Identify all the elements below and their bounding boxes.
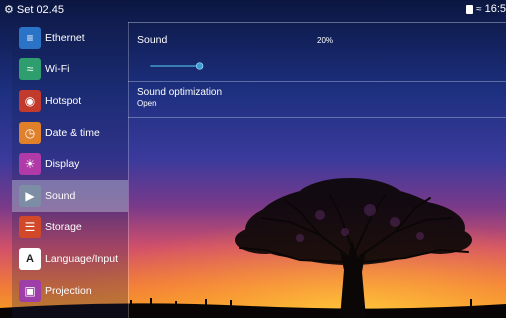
sidebar-item-label: Hotspot — [45, 94, 82, 107]
projection-icon: ▣ — [19, 279, 41, 302]
sidebar-item[interactable]: ▣ Projection — [12, 275, 128, 307]
sound-volume-row[interactable]: Sound 20% — [137, 34, 497, 78]
sidebar-item[interactable]: ≈ Wi-Fi — [12, 54, 128, 86]
volume-slider-thumb[interactable] — [196, 62, 204, 70]
sidebar-item-label: Storage — [45, 221, 82, 234]
sidebar-item[interactable]: ≡ Ethernet — [12, 22, 128, 54]
panel-top-border — [128, 22, 506, 23]
sidebar-item[interactable]: ☀ Display — [12, 148, 128, 180]
sound-optimization-value: Open — [137, 99, 157, 108]
sidebar-item[interactable]: ◉ Hotspot — [12, 85, 128, 117]
sidebar-item[interactable]: ☰ Storage — [12, 212, 128, 244]
settings-gear-icon: ⚙ — [4, 4, 14, 16]
status-bar: ⚙ Set 02.45 ≈ 16:5 — [0, 0, 506, 20]
sidebar-item-label: Ethernet — [45, 31, 85, 44]
sidebar-item-label: Wi-Fi — [45, 63, 70, 76]
settings-screen: ⚙ Set 02.45 ≈ 16:5 ≡ Ethernet ≈ Wi-Fi ◉ Hotsp… — [0, 0, 506, 318]
sim-icon — [466, 4, 474, 14]
speaker-icon: ▶ — [19, 184, 41, 207]
sound-volume-label: Sound — [137, 34, 168, 46]
status-clock: 16:5 — [484, 3, 506, 15]
sidebar-item-label: Sound — [45, 189, 76, 202]
brightness-icon: ☀ — [19, 153, 41, 176]
sidebar-item-label: Projection — [45, 284, 92, 297]
volume-slider-track — [150, 65, 203, 67]
divider — [128, 81, 506, 82]
wifi-signal-icon: ≈ — [476, 3, 482, 15]
volume-slider[interactable] — [138, 62, 216, 70]
keyboard-a-icon: A — [19, 247, 41, 270]
sidebar-item-label: Date & time — [45, 126, 100, 139]
sidebar-item[interactable]: ◷ Date & time — [12, 117, 128, 149]
sidebar-item[interactable]: ▶ Sound — [12, 179, 128, 212]
settings-sidebar: ≡ Ethernet ≈ Wi-Fi ◉ Hotspot ◷ Date & time ☀ Disp… — [12, 22, 128, 318]
panel-left-border — [128, 22, 129, 318]
sidebar-item-label: Display — [45, 158, 80, 171]
sound-settings-panel: Sound 20% Sound optimization Open — [128, 22, 506, 318]
clock-icon: ◷ — [19, 121, 41, 144]
status-time: Set 02.45 — [16, 3, 64, 16]
sound-optimization-row[interactable]: Sound optimization Open — [137, 87, 497, 113]
sidebar-item-label: Language/Input — [45, 252, 118, 265]
hotspot-icon: ◉ — [19, 89, 41, 112]
ethernet-icon: ≡ — [19, 26, 41, 49]
storage-icon: ☰ — [19, 216, 41, 239]
sound-volume-value: 20% — [317, 36, 334, 45]
divider — [128, 117, 506, 118]
wifi-icon: ≈ — [19, 58, 41, 81]
sound-optimization-label: Sound optimization — [137, 87, 223, 98]
sidebar-item[interactable]: A Language/Input — [12, 243, 128, 275]
